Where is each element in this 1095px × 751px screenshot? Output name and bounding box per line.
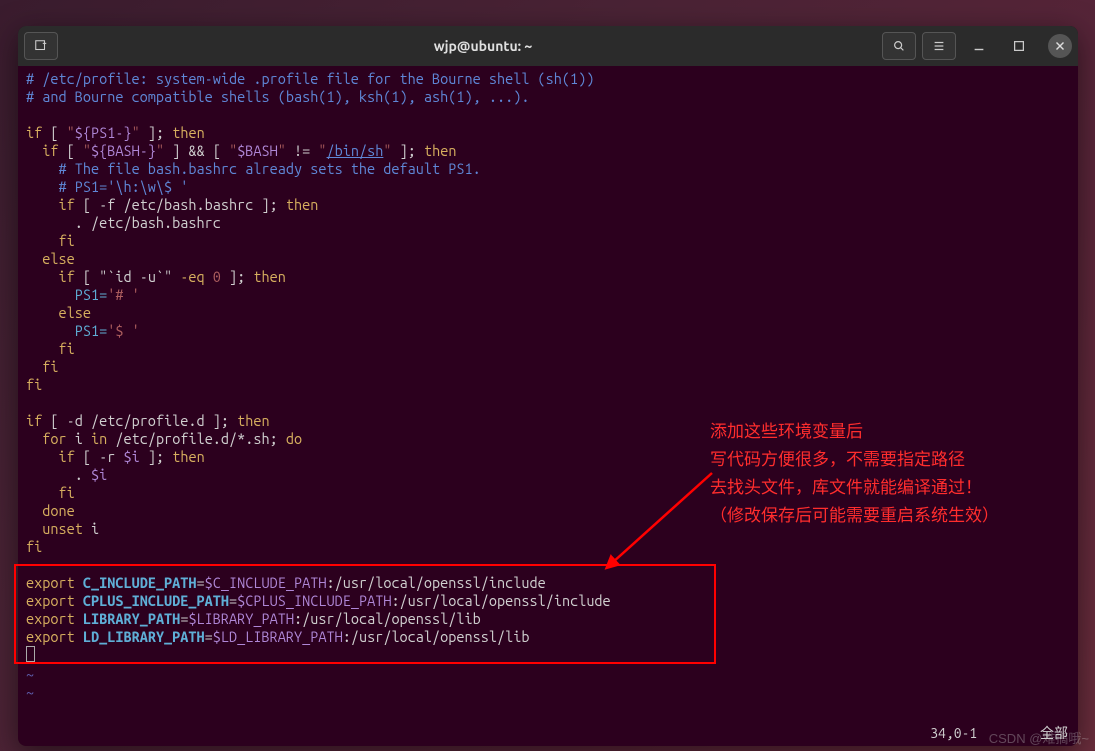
search-button[interactable] [882, 32, 916, 60]
titlebar: wjp@ubuntu: ~ [18, 26, 1078, 66]
cursor [26, 646, 35, 662]
watermark: CSDN @难搞哦~ [989, 728, 1089, 747]
new-tab-button[interactable] [24, 32, 58, 60]
code-line: # /etc/profile: system-wide .profile fil… [26, 70, 594, 87]
maximize-button[interactable] [1002, 32, 1036, 60]
code-line: # and Bourne compatible shells (bash(1),… [26, 88, 529, 105]
menu-button[interactable] [922, 32, 956, 60]
minimize-button[interactable] [962, 32, 996, 60]
terminal-content[interactable]: # /etc/profile: system-wide .profile fil… [18, 66, 1078, 746]
window-title: wjp@ubuntu: ~ [84, 38, 882, 54]
close-button[interactable] [1048, 34, 1072, 58]
terminal-window: wjp@ubuntu: ~ # /etc/profile: system-wid… [18, 26, 1078, 746]
